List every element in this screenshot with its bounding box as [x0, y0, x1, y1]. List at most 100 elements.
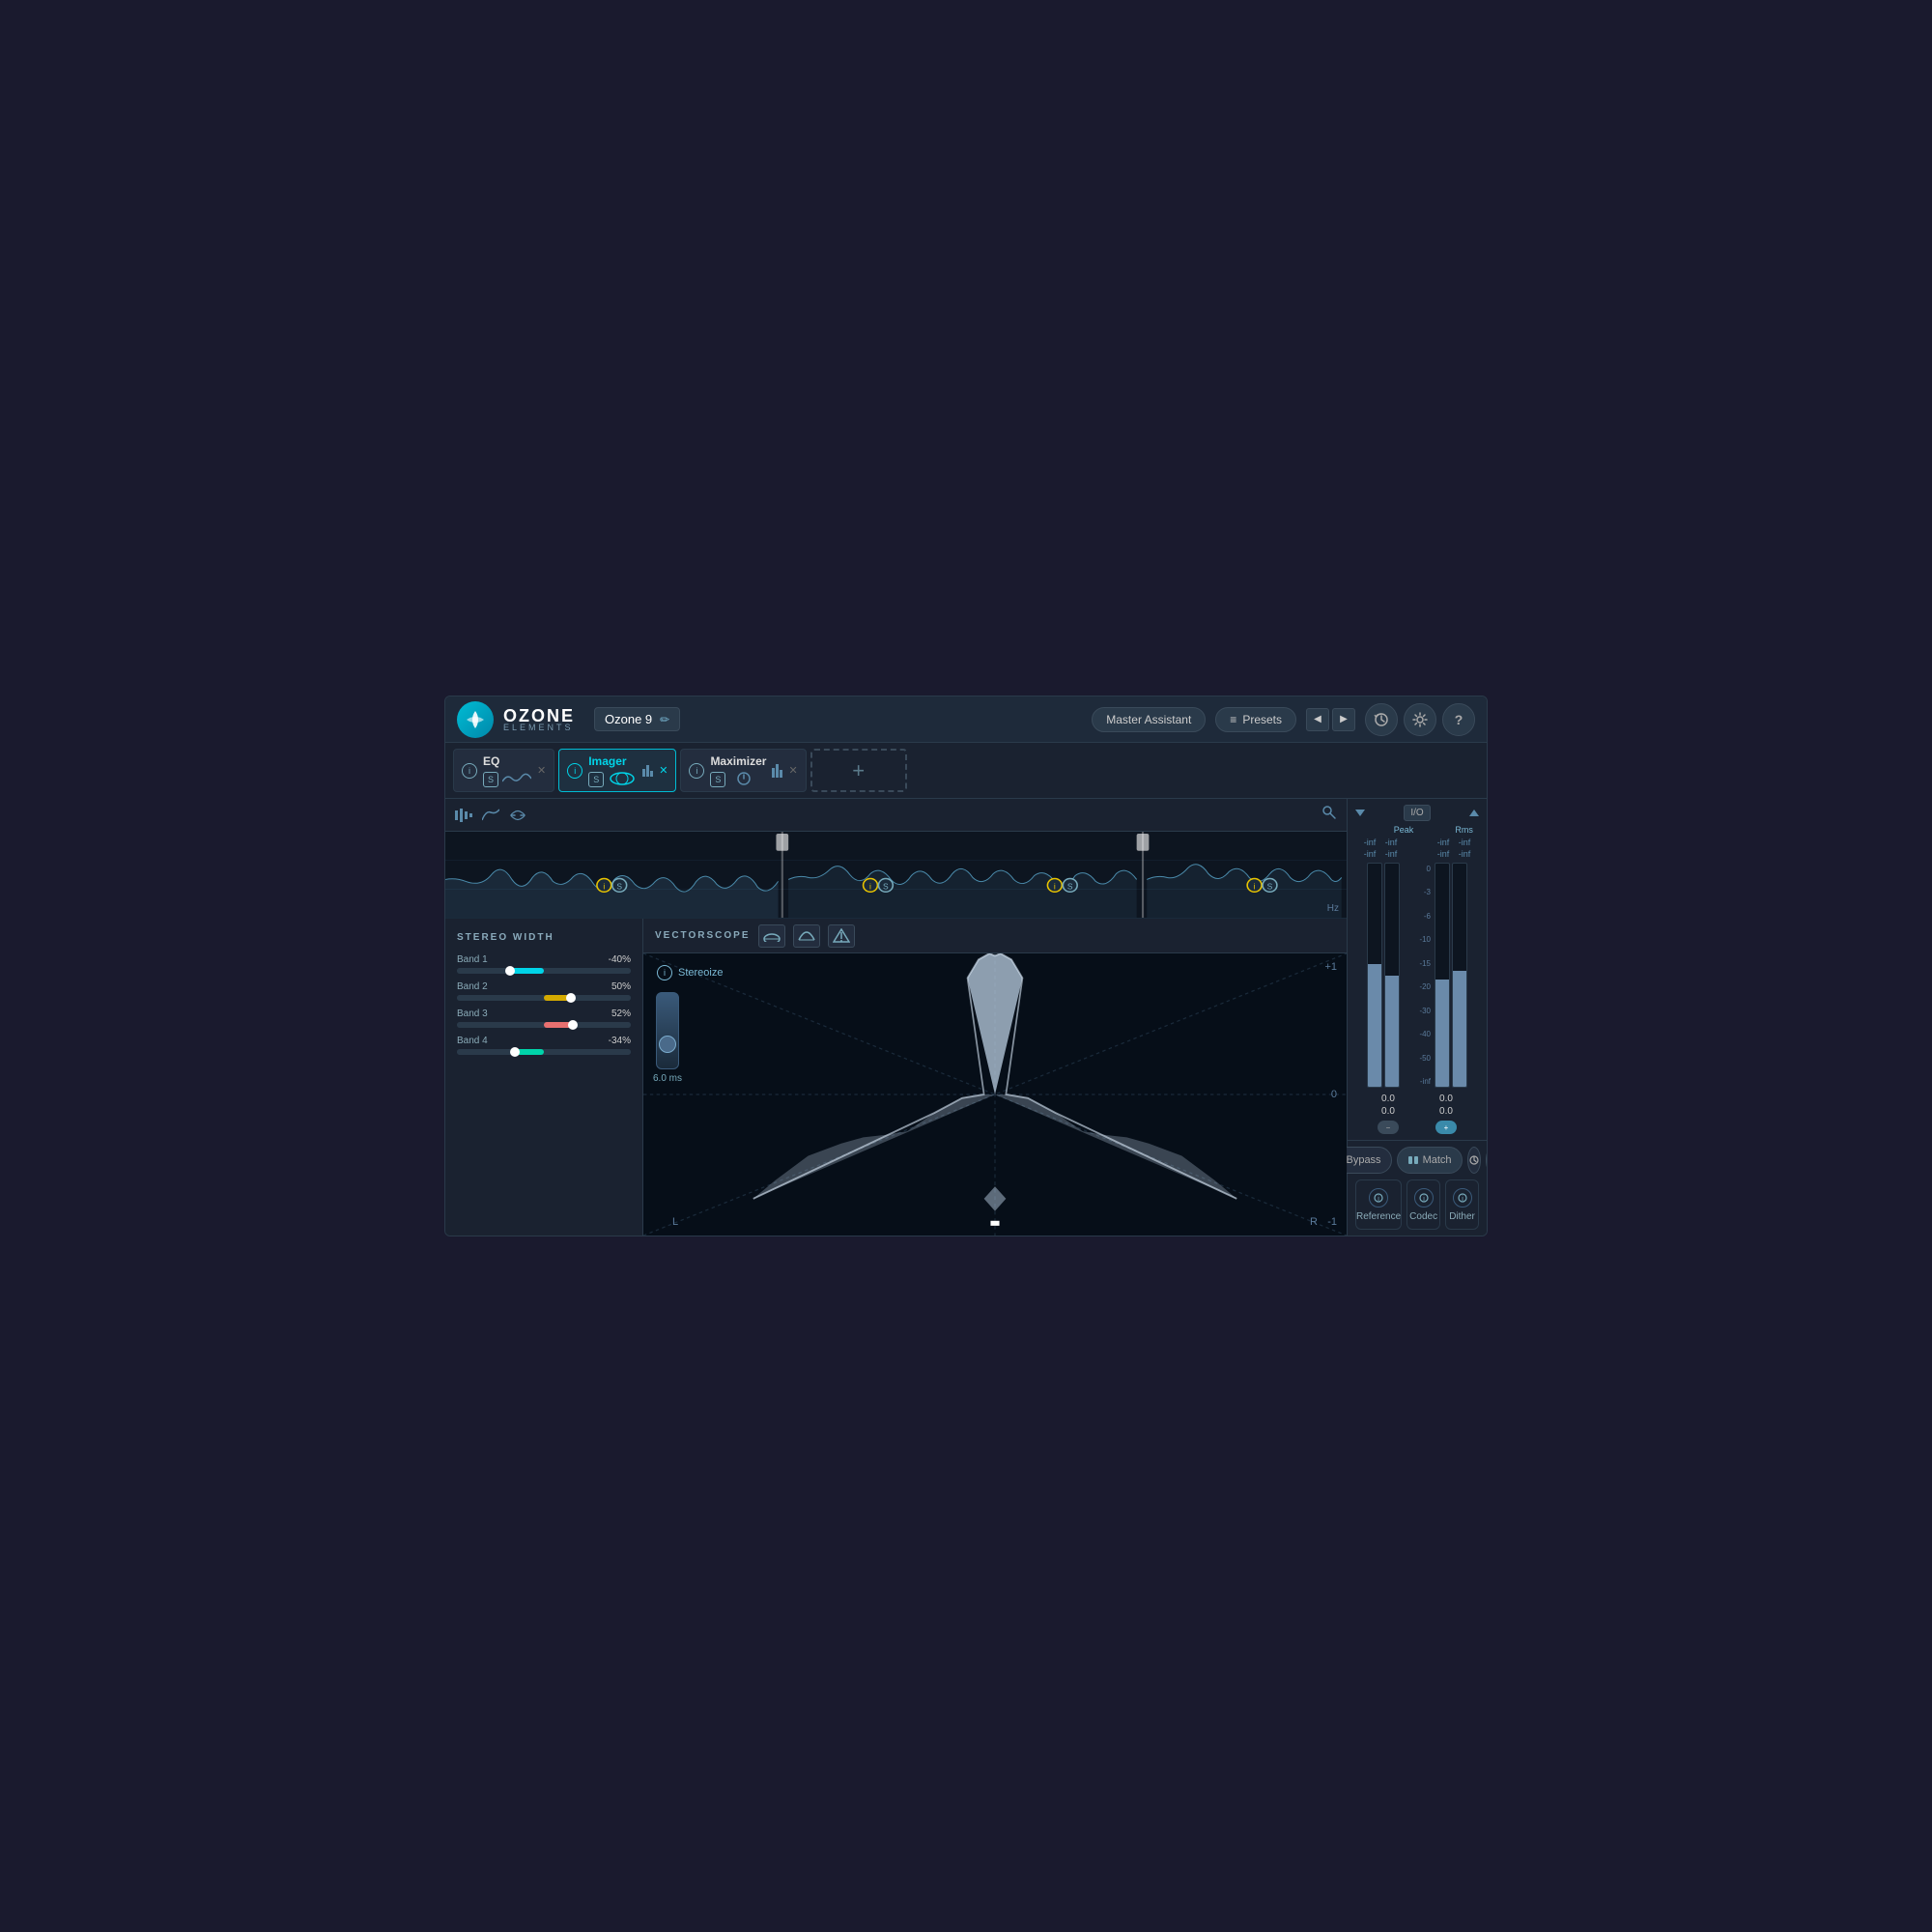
meter-up-arrow[interactable]: [1469, 810, 1479, 816]
svg-text:i: i: [869, 883, 871, 892]
band2-label: Band 2: [457, 981, 488, 992]
eq-close-button[interactable]: ✕: [537, 764, 546, 777]
band1-thumb[interactable]: [505, 966, 515, 976]
maximizer-s-icon[interactable]: S: [710, 772, 725, 787]
vs-mode3-button[interactable]: [828, 924, 855, 948]
vs-label-l: L: [672, 1216, 678, 1228]
band2-thumb[interactable]: [566, 993, 576, 1003]
vs-mode2-button[interactable]: [793, 924, 820, 948]
vectorscope-title: VECTORSCOPE: [655, 930, 751, 941]
analyzer-waveform-button[interactable]: [455, 809, 472, 822]
maximizer-info-icon[interactable]: i: [689, 763, 704, 779]
master-assistant-button[interactable]: Master Assistant: [1092, 707, 1206, 732]
top-bar: OZONE ELEMENTS Ozone 9 ✏ Master Assistan…: [445, 696, 1487, 743]
inf3: -inf: [1435, 838, 1452, 847]
eq-info-icon[interactable]: i: [462, 763, 477, 779]
band4-thumb[interactable]: [510, 1047, 520, 1057]
left-meter-controls: −: [1378, 1121, 1399, 1134]
dither-icon: i: [1453, 1188, 1472, 1208]
imager-info-icon[interactable]: i: [567, 763, 582, 779]
reference-button[interactable]: i Reference: [1355, 1179, 1402, 1230]
imager-close-button[interactable]: ✕: [659, 764, 668, 777]
logo-icon: [457, 701, 494, 738]
lower-section: STEREO WIDTH Band 1 -40%: [445, 919, 1347, 1236]
left-meter-value2: 0.0: [1381, 1106, 1395, 1117]
meter-column-labels: Peak Rms: [1355, 825, 1479, 835]
rms-label: Rms: [1449, 825, 1479, 835]
vs-knob-area: 6.0 ms: [653, 992, 682, 1084]
eq-wave-icon: [502, 772, 531, 785]
analyzer-spectrum-button[interactable]: [482, 809, 499, 822]
band3-thumb[interactable]: [568, 1020, 578, 1030]
io-label[interactable]: I/O: [1404, 805, 1430, 821]
top-right-icons: ?: [1365, 703, 1475, 736]
preset-name-box[interactable]: Ozone 9 ✏: [594, 707, 680, 731]
imager-s-icon[interactable]: S: [588, 772, 604, 787]
maximizer-label: Maximizer: [710, 754, 766, 768]
meter-up-arrows: [1469, 810, 1479, 816]
analyzer-zoom-button[interactable]: [1321, 805, 1337, 825]
inf5: -inf: [1361, 849, 1378, 859]
band4-slider[interactable]: [457, 1049, 631, 1055]
vectorscope-main: +1 0 -1 L R i Stereoize: [643, 953, 1347, 1236]
presets-button[interactable]: ≡ Presets: [1215, 707, 1296, 732]
dither-button[interactable]: i Dither: [1445, 1179, 1479, 1230]
meter-arrows: [1355, 810, 1365, 816]
match-label: Match: [1423, 1154, 1452, 1166]
band1-value: -40%: [609, 954, 631, 965]
swap-button[interactable]: [1486, 1147, 1487, 1174]
module-maximizer[interactable]: i Maximizer S ✕: [680, 749, 806, 792]
add-icon: +: [852, 758, 865, 783]
maximizer-knob-icon: [729, 772, 758, 785]
edit-icon: ✏: [660, 713, 669, 726]
scale-6: -6: [1404, 912, 1431, 921]
stereoize-knob[interactable]: [656, 992, 679, 1069]
dither-label: Dither: [1449, 1211, 1475, 1222]
left-meter-value: 0.0: [1381, 1094, 1395, 1104]
next-preset-button[interactable]: ▶: [1332, 708, 1355, 731]
meter-down-arrow[interactable]: [1355, 810, 1365, 816]
prev-preset-button[interactable]: ◀: [1306, 708, 1329, 731]
match-button[interactable]: Match: [1397, 1147, 1463, 1174]
analyzer-link-button[interactable]: [509, 809, 526, 822]
eq-s-icon[interactable]: S: [483, 772, 498, 787]
app-subtitle: ELEMENTS: [503, 723, 575, 732]
history2-button[interactable]: [1467, 1147, 1481, 1174]
reference-label: Reference: [1356, 1211, 1401, 1222]
module-eq[interactable]: i EQ S ✕: [453, 749, 554, 792]
eq-content: EQ S: [483, 754, 531, 787]
presets-label: Presets: [1242, 713, 1282, 726]
stereoize-info-icon[interactable]: i: [657, 965, 672, 980]
add-module-button[interactable]: +: [810, 749, 907, 792]
band2-value: 50%: [611, 981, 631, 992]
svg-text:S: S: [616, 883, 622, 892]
vs-mode1-button[interactable]: [758, 924, 785, 948]
right-meter-value: 0.0: [1439, 1094, 1453, 1104]
module-imager[interactable]: i Imager S ✕: [558, 749, 676, 792]
maximizer-content: Maximizer S: [710, 754, 766, 787]
right-meter-value2: 0.0: [1439, 1106, 1453, 1117]
band3-slider[interactable]: [457, 1022, 631, 1028]
svg-text:i: i: [603, 883, 605, 892]
help-button[interactable]: ?: [1442, 703, 1475, 736]
settings-button[interactable]: [1404, 703, 1436, 736]
stereo-width-panel: STEREO WIDTH Band 1 -40%: [445, 919, 643, 1236]
knob-value: 6.0 ms: [653, 1073, 682, 1084]
svg-text:S: S: [1267, 883, 1273, 892]
band2-slider[interactable]: [457, 995, 631, 1001]
meter-fill-2: [1385, 976, 1399, 1088]
scale-40: -40: [1404, 1030, 1431, 1038]
maximizer-close-button[interactable]: ✕: [788, 764, 797, 777]
left-meter-minus-button[interactable]: −: [1378, 1121, 1399, 1134]
feature-btn-row: i Reference i Codec: [1355, 1179, 1479, 1230]
scale-10: -10: [1404, 935, 1431, 944]
eq-mini-icons: S: [483, 772, 531, 787]
band1-slider[interactable]: [457, 968, 631, 974]
match-icon: [1407, 1154, 1419, 1166]
history-button[interactable]: [1365, 703, 1398, 736]
hz-label: Hz: [1327, 903, 1339, 914]
vs-scale-0: 0: [1331, 1089, 1337, 1100]
right-meter-plus-button[interactable]: +: [1435, 1121, 1457, 1134]
plugin-window: OZONE ELEMENTS Ozone 9 ✏ Master Assistan…: [444, 696, 1488, 1236]
codec-button[interactable]: i Codec: [1406, 1179, 1440, 1230]
